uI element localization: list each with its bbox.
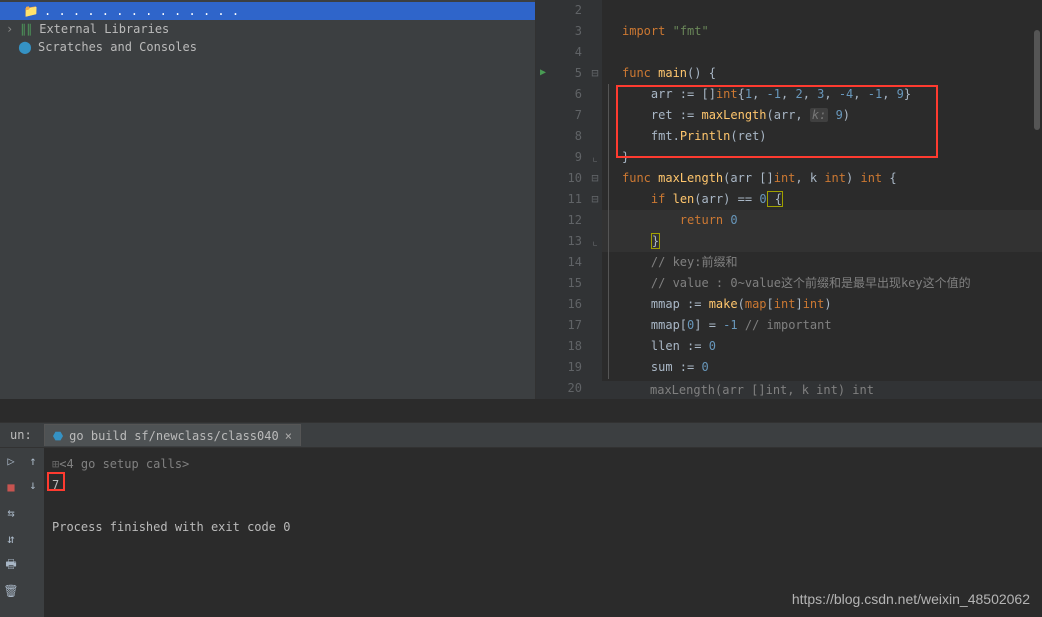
tree-label: Scratches and Consoles — [38, 40, 197, 54]
go-icon: ⬣ — [53, 429, 63, 443]
code-editor[interactable]: ▶ 234567891011121314151617181920 ⊟⌞⊟⊟⌞ i… — [536, 0, 1042, 399]
print-button[interactable]: 🖶 — [2, 556, 20, 574]
tree-item-selected[interactable]: 📁 . . . . . . . . . . . . . . — [0, 2, 535, 20]
up-arrow-button[interactable]: ↑ — [24, 452, 42, 470]
line-number-gutter: 234567891011121314151617181920 — [556, 0, 588, 399]
chevron-right-icon: › — [6, 22, 13, 36]
watermark: https://blog.csdn.net/weixin_48502062 — [792, 591, 1030, 607]
project-tree[interactable]: 📁 . . . . . . . . . . . . . . › ∥∥ Exter… — [0, 0, 536, 399]
rerun-button[interactable]: ▷ — [2, 452, 20, 470]
fold-gutter[interactable]: ⊟⌞⊟⊟⌞ — [588, 0, 602, 399]
pin-tab-button[interactable]: ⇆ — [2, 504, 20, 522]
tree-label: External Libraries — [39, 22, 169, 36]
close-tab-icon[interactable]: × — [285, 429, 292, 443]
highlight-box-code — [616, 85, 938, 158]
run-config-tab[interactable]: ⬣ go build sf/newclass/class040 × — [44, 424, 301, 446]
stop-button[interactable]: ■ — [2, 478, 20, 496]
highlight-box-output — [47, 472, 65, 491]
down-arrow-button[interactable]: ↓ — [24, 476, 42, 494]
run-tab-title: go build sf/newclass/class040 — [69, 429, 279, 443]
scratch-icon: ⬤ — [18, 40, 32, 54]
run-left-toolbar: ▷ ■ ⇆ ⇵ 🖶 🗑 — [0, 448, 22, 617]
exit-message: Process finished with exit code 0 — [52, 520, 290, 534]
run-label: un: — [4, 428, 38, 442]
run-tool-window[interactable]: un: ⬣ go build sf/newclass/class040 × ▷ … — [0, 422, 1042, 617]
run-gutter-icon[interactable]: ▶ — [540, 67, 546, 78]
tree-item-scratches[interactable]: ⬤ Scratches and Consoles — [0, 38, 535, 56]
editor-breadcrumb[interactable]: maxLength(arr []int, k int) int — [602, 381, 1042, 399]
folder-icon: 📁 — [24, 4, 38, 18]
layout-button[interactable]: ⇵ — [2, 530, 20, 548]
fold-text: <4 go setup calls> — [59, 457, 189, 471]
run-tabs-bar: un: ⬣ go build sf/newclass/class040 × — [0, 422, 1042, 448]
tree-item-ext-libs[interactable]: › ∥∥ External Libraries — [0, 20, 535, 38]
console-nav-toolbar: ↑ ↓ — [22, 448, 44, 617]
tree-label: . . . . . . . . . . . . . . — [44, 4, 239, 18]
editor-scrollbar[interactable] — [1034, 30, 1040, 130]
trash-button[interactable]: 🗑 — [2, 582, 20, 600]
code-content[interactable]: import "fmt" func main() { arr := []int{… — [602, 0, 1042, 381]
library-icon: ∥∥ — [19, 22, 33, 36]
